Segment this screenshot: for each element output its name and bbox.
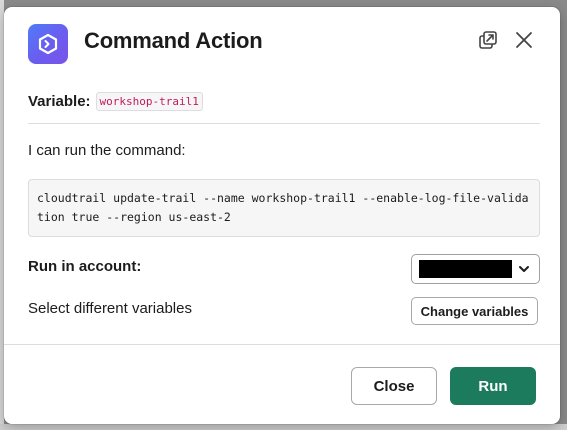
modal-title: Command Action (84, 28, 263, 53)
footer-divider (4, 344, 560, 345)
run-in-account-label: Run in account: (28, 258, 142, 275)
section-divider (28, 123, 540, 124)
select-variables-label: Select different variables (28, 300, 192, 317)
account-select[interactable] (411, 254, 540, 284)
popout-icon (477, 29, 499, 56)
change-variables-button[interactable]: Change variables (411, 297, 538, 325)
variable-value: workshop-trail1 (95, 92, 203, 111)
run-button[interactable]: Run (450, 367, 536, 405)
modal-header: Command Action (4, 7, 560, 77)
redacted-account-value (419, 260, 512, 278)
command-intro: I can run the command: (28, 142, 186, 159)
chevron-down-icon (517, 262, 531, 276)
app-logo-icon (28, 24, 68, 64)
variable-row: Variable: workshop-trail1 (28, 92, 203, 111)
close-icon (515, 31, 533, 54)
backdrop-bottom-edge (0, 424, 567, 430)
close-button[interactable]: Close (351, 367, 437, 405)
popout-button[interactable] (475, 29, 501, 55)
command-code-block: cloudtrail update-trail --name workshop-… (28, 179, 540, 237)
command-action-modal: Command Action Variable: workshop-trail1… (4, 7, 560, 424)
variable-label: Variable: (28, 93, 91, 110)
close-modal-button[interactable] (511, 29, 537, 55)
